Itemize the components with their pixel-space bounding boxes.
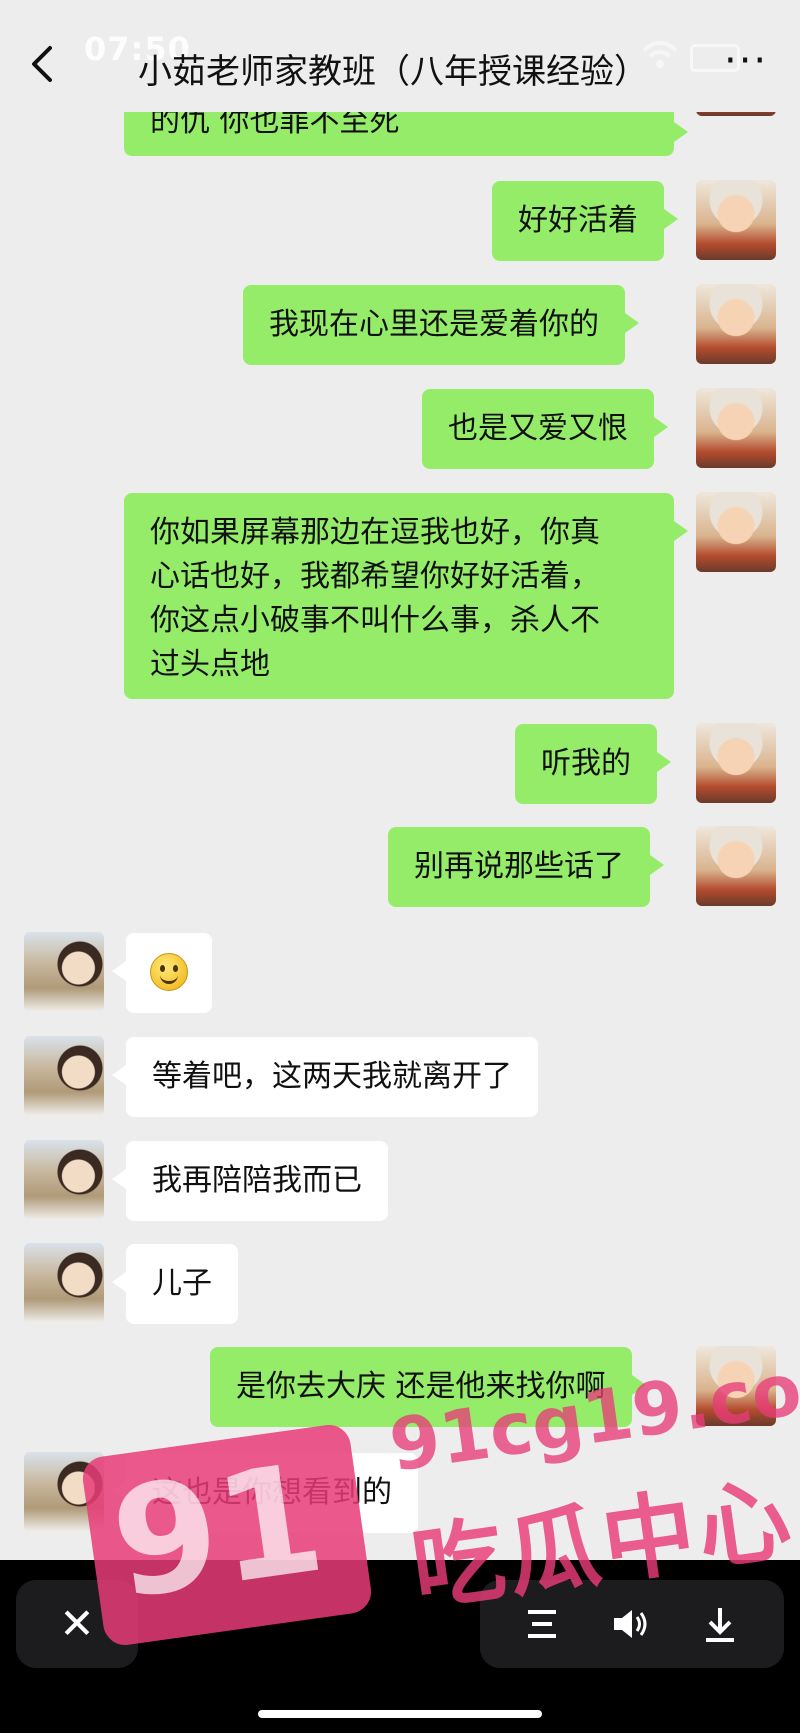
my-avatar[interactable] (696, 826, 776, 906)
message-received-bubble[interactable]: 等着吧，这两天我就离开了 (112, 1037, 538, 1117)
my-avatar[interactable] (696, 1346, 776, 1426)
home-indicator[interactable] (258, 1710, 542, 1718)
message-sent-bubble[interactable]: 好好活着 (492, 181, 678, 261)
contact-avatar[interactable] (24, 1243, 104, 1323)
message-sent-bubble[interactable]: 别再说那些话了 (388, 827, 664, 907)
my-avatar[interactable] (696, 723, 776, 803)
chat-title: 小茹老师家教班（八年授课经验） (138, 52, 648, 92)
contact-avatar[interactable] (24, 1140, 104, 1220)
message-text: 也是又爱又恨 (448, 411, 628, 446)
message-text: 好好活着 (518, 203, 638, 238)
message-received-bubble[interactable]: 我再陪陪我而已 (112, 1141, 388, 1221)
message-line: 过头点地 (150, 647, 270, 682)
wifi-icon (642, 41, 678, 68)
volume-icon[interactable] (610, 1604, 650, 1644)
message-sent-bubble[interactable]: 也是又爱又恨 (422, 389, 668, 469)
contact-avatar[interactable] (24, 932, 104, 1012)
message-line: 心话也好，我都希望你好好活着， (150, 559, 600, 594)
download-icon[interactable] (700, 1604, 740, 1644)
message-text: 别再说那些话了 (414, 849, 624, 884)
chat-message-list[interactable]: 的仇 你也罪不至死 好好活着 我现在心里还是爱着你的 也是又爱又恨 你如果屏幕那… (0, 0, 800, 1733)
media-controls (480, 1580, 784, 1668)
message-text: 是你去大庆 还是他来找你啊 (236, 1369, 606, 1404)
list-menu-icon[interactable] (522, 1604, 562, 1644)
message-sent-bubble[interactable]: 你如果屏幕那边在逗我也好，你真 心话也好，我都希望你好好活着， 你这点小破事不叫… (124, 493, 688, 699)
message-received-bubble[interactable]: 儿子 (112, 1244, 238, 1324)
message-sent-bubble[interactable]: 听我的 (515, 724, 671, 804)
message-received-bubble[interactable]: 这也是你想看到的 (112, 1453, 418, 1533)
my-avatar[interactable] (696, 180, 776, 260)
my-avatar[interactable] (696, 388, 776, 468)
message-received-bubble[interactable] (112, 933, 212, 1013)
close-button[interactable]: ✕ (16, 1580, 138, 1668)
contact-avatar[interactable] (24, 1452, 104, 1532)
media-bottom-bar: ✕ (0, 1560, 800, 1733)
message-text: 等着吧，这两天我就离开了 (152, 1059, 512, 1094)
smiley-emoji-icon (150, 953, 188, 991)
message-text: 我现在心里还是爱着你的 (269, 307, 599, 342)
chat-header: 07:50 小茹老师家教班（八年授课经验） ··· (0, 0, 800, 112)
message-text: 我再陪陪我而已 (152, 1163, 362, 1198)
my-avatar[interactable] (696, 284, 776, 364)
my-avatar[interactable] (696, 492, 776, 572)
contact-avatar[interactable] (24, 1036, 104, 1116)
message-text: 听我的 (541, 746, 631, 781)
message-line: 你这点小破事不叫什么事，杀人不 (150, 603, 600, 638)
more-options-icon[interactable]: ··· (724, 41, 768, 81)
message-line: 你如果屏幕那边在逗我也好，你真 (150, 515, 600, 550)
message-sent-bubble[interactable]: 我现在心里还是爱着你的 (243, 285, 639, 365)
message-text: 这也是你想看到的 (152, 1475, 392, 1510)
message-text: 儿子 (152, 1266, 212, 1301)
back-arrow-icon[interactable] (28, 44, 58, 84)
message-sent-bubble[interactable]: 是你去大庆 还是他来找你啊 (210, 1347, 646, 1427)
